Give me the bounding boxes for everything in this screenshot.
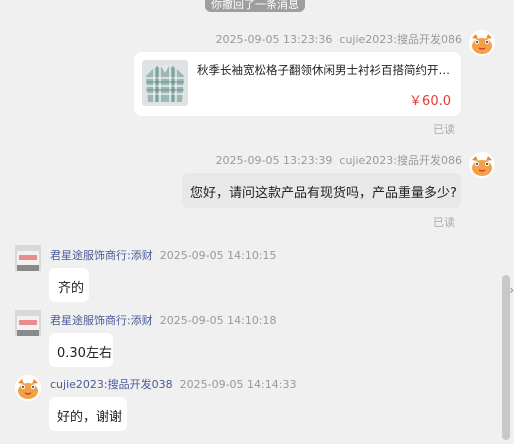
chevron-right-icon[interactable]: › — [509, 283, 514, 297]
message-timestamp: 2025-09-05 13:23:36 — [215, 33, 333, 46]
message-bubble[interactable]: 好的，谢谢 — [49, 397, 127, 431]
product-card[interactable]: 秋季长袖宽松格子翻领休闲男士衬衫百搭简约开衫... ￥60.0 — [134, 52, 461, 116]
message-bubble[interactable]: 齐的 — [49, 268, 89, 302]
message-bubble[interactable]: 您好，请问这款产品有现货吗，产品重量多少? — [182, 173, 461, 208]
seller-avatar-icon[interactable] — [15, 310, 41, 336]
product-price: ￥60.0 — [409, 94, 451, 109]
message-timestamp: 2025-09-05 14:14:33 — [179, 378, 297, 391]
message-timestamp: 2025-09-05 14:10:18 — [159, 314, 277, 327]
message-meta: 2025-09-05 13:23:39 cujie2023:搜品开发086 — [216, 152, 462, 168]
vertical-scrollbar[interactable] — [502, 0, 512, 444]
message-timestamp: 2025-09-05 13:23:39 — [215, 154, 333, 167]
buyer-avatar-icon[interactable] — [15, 375, 41, 401]
product-title[interactable]: 秋季长袖宽松格子翻领休闲男士衬衫百搭简约开衫... — [197, 62, 453, 78]
sender-name: cujie2023:搜品开发086 — [339, 154, 462, 167]
message-meta: cujie2023:搜品开发038 2025-09-05 14:14:33 — [50, 376, 296, 392]
read-status: 已读 — [433, 216, 455, 229]
message-timestamp: 2025-09-05 14:10:15 — [159, 249, 277, 262]
sender-name: cujie2023:搜品开发086 — [339, 33, 462, 46]
message-meta: 君星途服饰商行:添财 2025-09-05 14:10:15 — [50, 247, 277, 263]
sender-name: cujie2023:搜品开发038 — [50, 378, 173, 391]
buyer-avatar-icon[interactable] — [469, 152, 495, 178]
buyer-avatar-icon[interactable] — [469, 30, 495, 56]
plaid-shirt-thumbnail — [142, 60, 188, 106]
message-bubble[interactable]: 0.30左右 — [49, 333, 113, 367]
sender-name: 君星途服饰商行:添财 — [50, 249, 153, 262]
read-status: 已读 — [433, 123, 455, 136]
message-meta: 2025-09-05 13:23:36 cujie2023:搜品开发086 — [216, 31, 462, 47]
sender-name: 君星途服饰商行:添财 — [50, 314, 153, 327]
product-thumbnail[interactable] — [142, 60, 188, 106]
recall-notice: 你撤回了一条消息 — [205, 0, 305, 12]
message-meta: 君星途服饰商行:添财 2025-09-05 14:10:18 — [50, 312, 277, 328]
scrollbar-thumb[interactable] — [502, 275, 510, 440]
seller-avatar-icon[interactable] — [15, 245, 41, 271]
